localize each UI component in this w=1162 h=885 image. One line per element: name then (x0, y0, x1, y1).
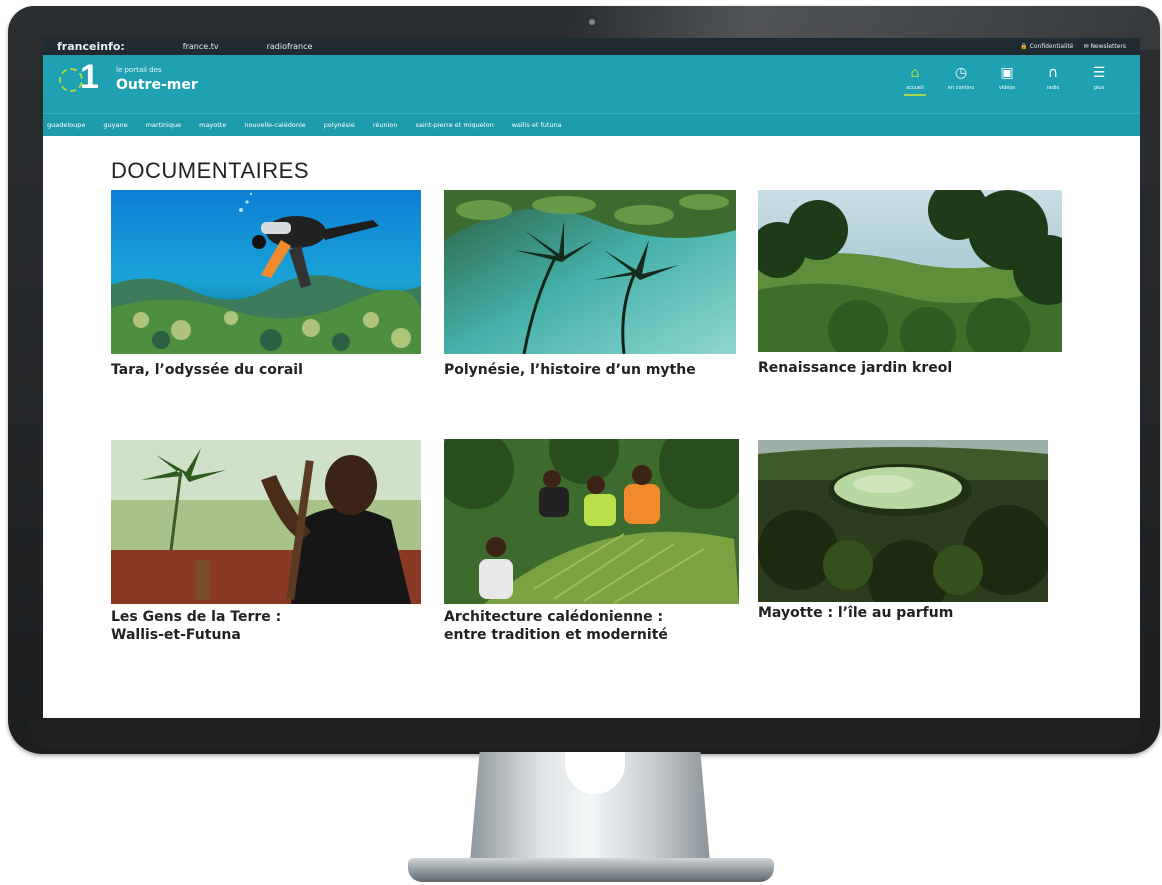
headphones-icon: ∩ (1047, 65, 1059, 81)
territory-nouvelle-caledonie[interactable]: nouvelle-calédonie (244, 121, 305, 129)
franceinfo-link[interactable]: franceinfo: (57, 40, 125, 53)
documentary-title[interactable]: Renaissance jardin kreol (758, 359, 952, 377)
network-topbar: franceinfo: france.tv radiofrance 🔒 Conf… (43, 38, 1140, 55)
menu-icon: ☰ (1092, 65, 1106, 81)
section-title: DOCUMENTAIRES (111, 158, 309, 183)
documentary-title[interactable]: Polynésie, l’histoire d’un mythe (444, 361, 696, 379)
territories-nav: guadeloupe guyane martinique mayotte nou… (43, 113, 1140, 136)
video-icon: ▣ (1000, 65, 1014, 81)
home-icon: ⌂ (910, 65, 920, 81)
documentary-card-polynesie[interactable] (444, 190, 736, 354)
monitor-base (408, 858, 774, 882)
portal-title[interactable]: Outre-mer (116, 77, 198, 93)
active-indicator (904, 94, 926, 96)
thumbnail-palm-reflection[interactable] (444, 190, 736, 354)
nav-en-continu[interactable]: ◷ en continu (938, 63, 984, 96)
logo-number[interactable]: 1 (80, 58, 99, 97)
nav-plus[interactable]: ☰ plus (1076, 63, 1122, 96)
thumbnail-tropical-garden[interactable] (758, 190, 1062, 352)
territory-martinique[interactable]: martinique (146, 121, 182, 129)
documentary-title[interactable]: Les Gens de la Terre : (111, 608, 281, 626)
radiofrance-link[interactable]: radiofrance (267, 42, 313, 51)
documentary-title[interactable]: Tara, l’odyssée du corail (111, 361, 303, 379)
territory-wallis-et-futuna[interactable]: wallis et futuna (512, 121, 562, 129)
clock-icon: ◷ (954, 65, 968, 81)
thumbnail-crater-lake[interactable] (758, 440, 1048, 602)
territory-polynesie[interactable]: polynésie (324, 121, 355, 129)
territory-saint-pierre-et-miquelon[interactable]: saint-pierre et miquelon (416, 121, 494, 129)
thumbnail-thatch-builders[interactable] (444, 439, 739, 604)
documentary-card-gens-de-la-terre[interactable] (111, 440, 421, 604)
thumbnail-farmer-wallis[interactable] (111, 440, 421, 604)
documentary-title[interactable]: Mayotte : l’île au parfum (758, 604, 953, 622)
documentary-card-mayotte[interactable] (758, 440, 1048, 602)
territory-mayotte[interactable]: mayotte (199, 121, 226, 129)
thumbnail-diver-coral[interactable] (111, 190, 421, 354)
documentary-title-line2[interactable]: entre tradition et modernité (444, 626, 668, 644)
newsletters-link[interactable]: ✉ Newsletters (1084, 43, 1127, 50)
documentary-title-line2[interactable]: Wallis-et-Futuna (111, 626, 241, 644)
nav-accueil[interactable]: ⌂ accueil (892, 63, 938, 96)
francetv-link[interactable]: france.tv (183, 42, 219, 51)
privacy-link[interactable]: 🔒 Confidentialité (1020, 43, 1073, 50)
monitor-screen: franceinfo: france.tv radiofrance 🔒 Conf… (43, 38, 1140, 718)
documentary-card-tara[interactable] (111, 190, 421, 354)
documentary-card-architecture[interactable] (444, 439, 739, 604)
territory-reunion[interactable]: réunion (373, 121, 398, 129)
nav-radio[interactable]: ∩ radio (1030, 63, 1076, 96)
territory-guyane[interactable]: guyane (103, 121, 127, 129)
nav-videos[interactable]: ▣ vidéos (984, 63, 1030, 96)
documentary-card-jardin-kreol[interactable] (758, 190, 1062, 352)
portal-subtitle: le portail des (116, 66, 162, 74)
territory-guadeloupe[interactable]: guadeloupe (47, 121, 85, 129)
webcam (589, 19, 595, 25)
main-nav: ⌂ accueil ◷ en continu ▣ vidéos ∩ radio … (892, 63, 1122, 96)
site-header: 1 le portail des Outre-mer ⌂ accueil ◷ e… (43, 55, 1140, 113)
documentary-title[interactable]: Architecture calédonienne : (444, 608, 663, 626)
monitor-chin (30, 720, 1140, 750)
